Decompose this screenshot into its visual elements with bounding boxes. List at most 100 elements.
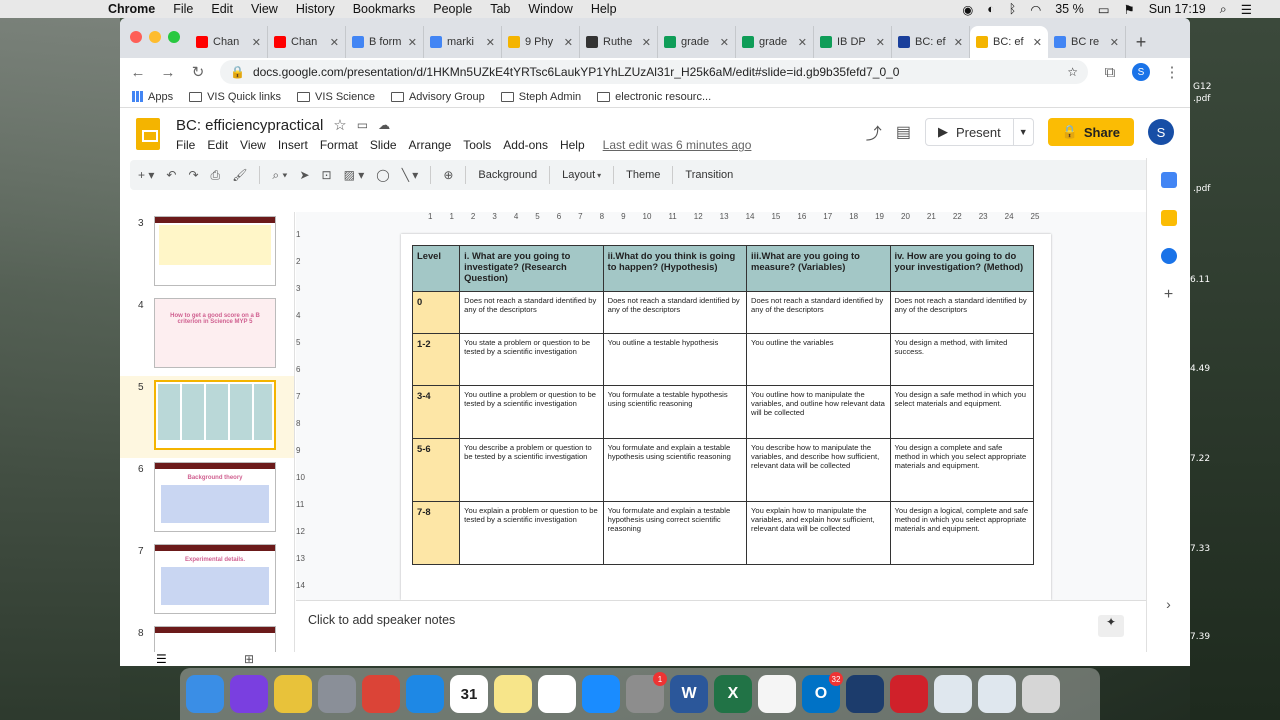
slide-thumbnail[interactable]	[154, 216, 276, 286]
print-icon[interactable]: ⎙	[211, 168, 221, 183]
slide-thumbnail[interactable]: Experimental details.	[154, 544, 276, 614]
screenshot-icon[interactable]	[978, 675, 1016, 713]
excel-icon[interactable]: X	[714, 675, 752, 713]
table-cell[interactable]: You describe how to manipulate the varia…	[746, 438, 891, 502]
slide-thumbnail-row[interactable]: 4 How to get a good score on a B criteri…	[120, 294, 294, 376]
table-cell[interactable]: You outline a problem or question to be …	[459, 385, 604, 439]
line-icon[interactable]: ╲ ▾	[402, 168, 419, 182]
shape-icon[interactable]: ◯	[376, 168, 389, 182]
tab-active[interactable]: BC: ef ✕	[970, 26, 1048, 58]
tab[interactable]: Chan ✕	[190, 26, 268, 58]
desktop-file-label[interactable]: G12	[1193, 82, 1211, 92]
doc-menu-format[interactable]: Format	[320, 138, 358, 152]
comments-icon[interactable]: ▤	[896, 122, 911, 142]
desktop-file-label[interactable]: 4.49	[1190, 364, 1210, 374]
doc-menu-file[interactable]: File	[176, 138, 195, 152]
slide-thumbnail[interactable]: How to get a good score on a B criterion…	[154, 298, 276, 368]
notes-icon[interactable]	[494, 675, 532, 713]
menu-item-history[interactable]: History	[296, 2, 335, 16]
paint-format-icon[interactable]: 🖌	[232, 168, 247, 182]
new-tab-button[interactable]: +	[1126, 26, 1156, 58]
bookmark-advisory-group[interactable]: Advisory Group	[390, 91, 485, 103]
battery-icon[interactable]: ▭	[1098, 2, 1110, 17]
doc-menu-view[interactable]: View	[240, 138, 266, 152]
close-tab-icon[interactable]: ✕	[642, 36, 651, 49]
doc-menu-edit[interactable]: Edit	[207, 138, 228, 152]
table-cell[interactable]: You state a problem or question to be te…	[459, 333, 604, 386]
doc-menu-tools[interactable]: Tools	[463, 138, 491, 152]
menu-item-edit[interactable]: Edit	[211, 2, 233, 16]
back-icon[interactable]: ←	[130, 64, 146, 81]
menu-item-people[interactable]: People	[433, 2, 472, 16]
table-cell[interactable]: Does not reach a standard identified by …	[459, 291, 604, 334]
menu-kebab-icon[interactable]: ⋮	[1164, 63, 1180, 81]
doc-menu-arrange[interactable]: Arrange	[409, 138, 452, 152]
table-cell[interactable]: You explain how to manipulate the variab…	[746, 501, 891, 565]
outlook-icon[interactable]: O 32	[802, 672, 843, 713]
table-cell[interactable]: You explain a problem or question to be …	[459, 501, 604, 565]
slides-logo-icon[interactable]	[136, 118, 160, 150]
forward-icon[interactable]: →	[160, 64, 176, 81]
close-tab-icon[interactable]: ✕	[408, 36, 417, 49]
close-window-button[interactable]	[130, 31, 142, 43]
slide-thumbnail[interactable]: Background theory	[154, 462, 276, 532]
speaker-notes[interactable]: Click to add speaker notes ✦	[296, 600, 1146, 652]
desktop-file-label[interactable]: 7.39	[1190, 632, 1210, 642]
close-tab-icon[interactable]: ✕	[1033, 36, 1042, 49]
undo-icon[interactable]: ↶	[166, 168, 176, 182]
desktop-file-label[interactable]: 7.33	[1190, 544, 1210, 554]
table-cell[interactable]: You formulate a testable hypothesis usin…	[602, 385, 748, 439]
table-cell[interactable]: You formulate and explain a testable hyp…	[602, 501, 748, 565]
table-header-cell[interactable]: i. What are you going to investigate? (R…	[459, 245, 604, 292]
record-icon[interactable]: ◉	[962, 2, 973, 17]
grid-view-icon[interactable]: ⊞	[244, 652, 254, 666]
tab[interactable]: marki ✕	[424, 26, 502, 58]
tab[interactable]: Chan ✕	[268, 26, 346, 58]
close-tab-icon[interactable]: ✕	[564, 36, 573, 49]
photo-booth-icon[interactable]	[890, 675, 928, 713]
close-tab-icon[interactable]: ✕	[252, 36, 261, 49]
tab[interactable]: grade ✕	[658, 26, 736, 58]
extensions-icon[interactable]: ⧉	[1102, 64, 1118, 81]
level-cell[interactable]: 3-4	[411, 385, 461, 439]
speaker-notes-placeholder[interactable]: Click to add speaker notes	[308, 613, 455, 627]
slide-thumbnail-row[interactable]: 6 Background theory	[120, 458, 294, 540]
bluetooth-icon[interactable]: ᛒ	[1009, 2, 1017, 16]
battery-text[interactable]: 35 %	[1055, 2, 1084, 16]
app-store-icon[interactable]	[582, 675, 620, 713]
level-cell[interactable]: 0	[411, 291, 461, 334]
table-cell[interactable]: You formulate and explain a testable hyp…	[602, 438, 748, 502]
slide-thumbnail-row[interactable]: 8	[120, 622, 294, 652]
user-avatar[interactable]: S	[1148, 119, 1174, 145]
last-edit-link[interactable]: Last edit was 6 minutes ago	[603, 138, 752, 152]
table-cell[interactable]: You design a complete and safe method in…	[889, 438, 1034, 502]
menu-item-help[interactable]: Help	[591, 2, 617, 16]
zoom-window-button[interactable]	[168, 31, 180, 43]
bookmark-vis-quick-links[interactable]: VIS Quick links	[189, 91, 281, 103]
move-folder-icon[interactable]: ▭	[357, 118, 368, 132]
theme-button[interactable]: Theme	[626, 169, 660, 181]
current-slide[interactable]: Level i. What are you going to investiga…	[401, 234, 1051, 600]
chrome-icon[interactable]	[362, 675, 400, 713]
menu-item-file[interactable]: File	[173, 2, 193, 16]
activity-trend-icon[interactable]: ⤴	[866, 120, 882, 144]
itunes-icon[interactable]	[758, 675, 796, 713]
doc-menu-slide[interactable]: Slide	[370, 138, 397, 152]
table-cell[interactable]: You describe a problem or question to be…	[459, 438, 604, 502]
tab[interactable]: grade ✕	[736, 26, 814, 58]
chevron-down-icon[interactable]: ▾	[597, 171, 601, 180]
redo-icon[interactable]: ↷	[188, 168, 198, 182]
flag-icon[interactable]: ⚑	[1124, 2, 1135, 17]
desktop-file-label[interactable]: 6.11	[1190, 275, 1210, 285]
minimize-window-button[interactable]	[149, 31, 161, 43]
profile-avatar[interactable]: S	[1132, 63, 1150, 81]
bookmark-star-icon[interactable]: ☆	[1067, 65, 1078, 79]
present-dropdown-icon[interactable]: ▼	[1014, 127, 1033, 137]
slide-thumbnail-selected[interactable]	[154, 380, 276, 450]
keep-icon[interactable]	[1160, 210, 1177, 226]
lock-icon[interactable]: 🔒	[230, 65, 245, 79]
menu-item-view[interactable]: View	[251, 2, 278, 16]
close-tab-icon[interactable]: ✕	[876, 36, 885, 49]
menu-app-name[interactable]: Chrome	[108, 2, 155, 16]
table-header-cell[interactable]: ii.What do you think is going to happen?…	[602, 245, 748, 292]
